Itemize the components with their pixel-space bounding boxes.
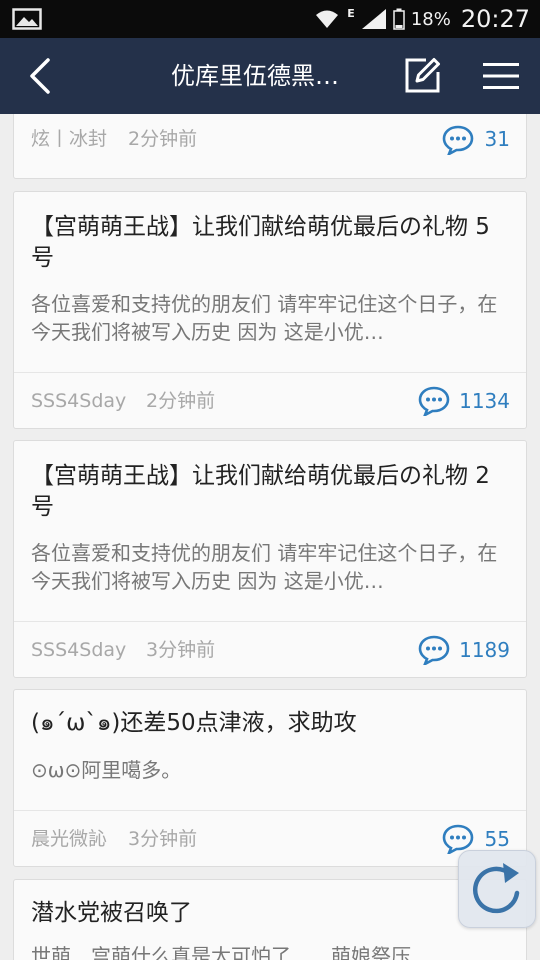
status-bar: E 18% 20:27: [0, 0, 540, 38]
post-title: (๑´ω`๑)还差50点津液，求助攻: [31, 710, 357, 736]
post-footer: SSS4Sday 2分钟前 1134: [14, 372, 526, 428]
post-card[interactable]: 【宫萌萌王战】让我们献给萌优最后の礼物 5号 各位喜爱和支持优的朋友们 请牢牢记…: [13, 191, 527, 429]
post-time: 3分钟前: [146, 639, 216, 661]
comment-count: 1134: [459, 389, 510, 413]
signal-icon: [361, 9, 386, 29]
post-excerpt: 各位喜爱和支持优的朋友们 请牢牢记住这个日子，在今天我们将被写入历史 因为 这是…: [31, 292, 498, 344]
post-excerpt: ⊙ω⊙阿里噶多。: [31, 758, 182, 782]
post-feed[interactable]: 炫丨冰封 2分钟前 31 【宫萌萌王战】让我们献给萌优最后の礼物 5号 各位喜爱…: [0, 114, 540, 960]
post-time: 2分钟前: [146, 390, 216, 412]
battery-icon: [393, 8, 405, 30]
post-footer: SSS4Sday 3分钟前 1189: [14, 621, 526, 677]
nav-bar: 优库里伍德黑…: [0, 38, 540, 114]
post-author[interactable]: 晨光微訫: [31, 811, 107, 867]
post-author[interactable]: SSS4Sday: [31, 373, 126, 429]
post-card[interactable]: (๑´ω`๑)还差50点津液，求助攻 ⊙ω⊙阿里噶多。 晨光微訫 3分钟前 55: [13, 689, 527, 867]
menu-button[interactable]: [478, 56, 524, 96]
network-type-label: E: [347, 6, 355, 20]
wifi-icon: [316, 10, 339, 28]
hamburger-menu-icon: [483, 63, 519, 89]
post-time: 3分钟前: [128, 828, 198, 850]
battery-percent: 18%: [410, 8, 451, 30]
edit-icon: [405, 58, 440, 93]
post-author[interactable]: SSS4Sday: [31, 622, 126, 678]
post-excerpt: 世萌…宫萌什么真是太可怕了……萌娘祭压: [31, 944, 411, 960]
compose-button[interactable]: [402, 56, 442, 96]
comment-count: 1189: [459, 638, 510, 662]
gallery-notification-icon: [12, 8, 42, 30]
post-title: 【宫萌萌王战】让我们献给萌优最后の礼物 5号: [31, 214, 490, 271]
post-time: 2分钟前: [128, 128, 198, 150]
refresh-button[interactable]: [458, 850, 536, 928]
post-card[interactable]: 【宫萌萌王战】让我们献给萌优最后の礼物 2号 各位喜爱和支持优的朋友们 请牢牢记…: [13, 440, 527, 678]
post-card[interactable]: 炫丨冰封 2分钟前 31: [13, 114, 527, 179]
page-title: 优库里伍德黑…: [171, 62, 339, 90]
comment-bubble-icon: [418, 635, 450, 665]
post-title: 【宫萌萌王战】让我们献给萌优最后の礼物 2号: [31, 463, 490, 520]
clock: 20:27: [460, 5, 530, 33]
comment-bubble-icon: [418, 386, 450, 416]
comment-bubble-icon: [442, 125, 474, 155]
post-card[interactable]: 潜水党被召唤了 世萌…宫萌什么真是太可怕了……萌娘祭压: [13, 879, 527, 960]
refresh-icon: [472, 863, 520, 914]
post-title: 潜水党被召唤了: [31, 900, 192, 926]
post-author[interactable]: 炫丨冰封: [31, 114, 107, 167]
back-button[interactable]: [18, 54, 62, 98]
post-footer: 炫丨冰封 2分钟前 31: [14, 114, 526, 178]
post-footer: 晨光微訫 3分钟前 55: [14, 810, 526, 866]
post-excerpt: 各位喜爱和支持优的朋友们 请牢牢记住这个日子，在今天我们将被写入历史 因为 这是…: [31, 541, 498, 593]
chevron-left-icon: [30, 58, 50, 94]
comment-count: 31: [484, 127, 510, 151]
